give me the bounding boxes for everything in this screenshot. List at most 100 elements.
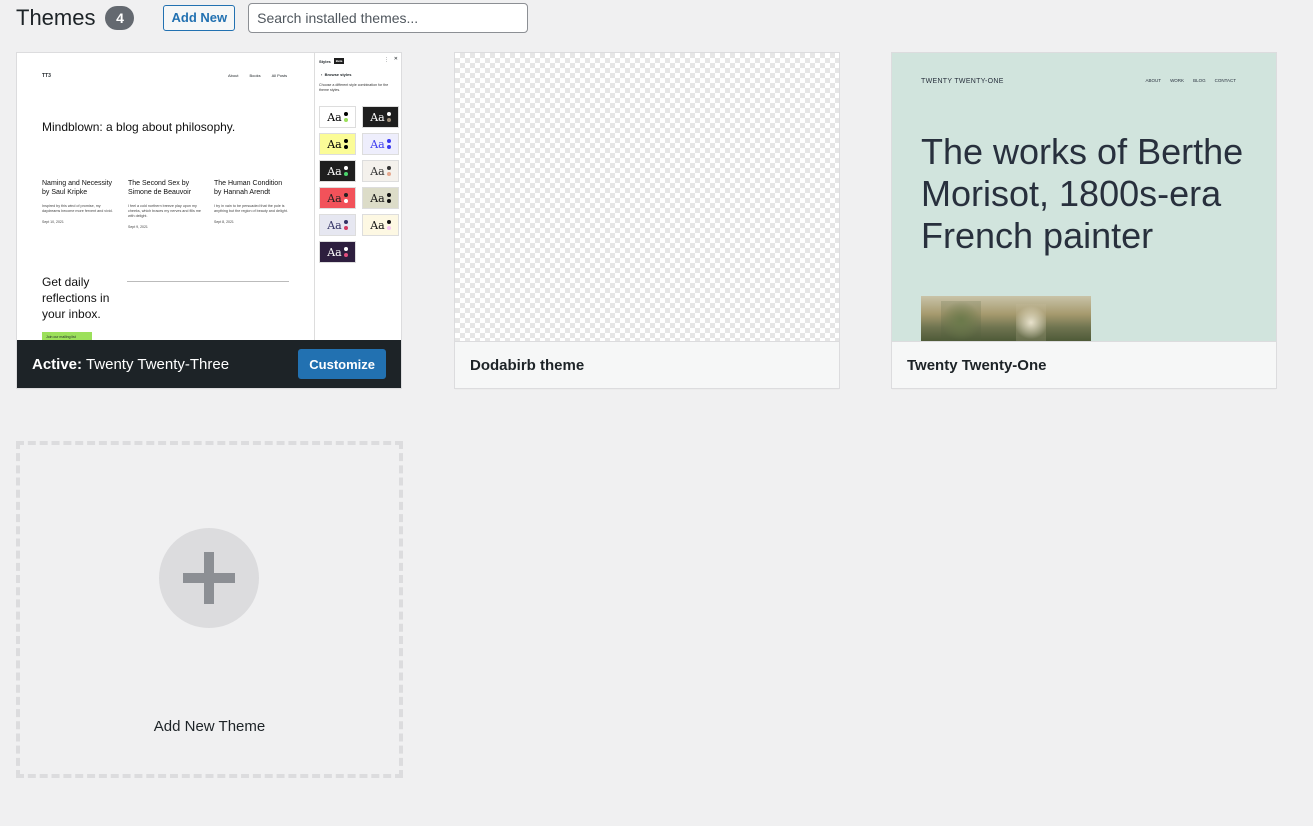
theme-active-bar: Active: Twenty Twenty-Three Customize xyxy=(17,340,401,388)
tt1-nav-item: ABOUT xyxy=(1145,78,1162,83)
tt3-logo: TT3 xyxy=(42,73,51,79)
tt3-nav-item: Books xyxy=(249,73,261,78)
tt3-swatch-dots xyxy=(343,193,348,203)
tt3-swatch-dot xyxy=(343,112,348,116)
theme-card-twenty-twenty-three[interactable]: TT3 About Books All Posts Mindblown: a b… xyxy=(16,52,402,389)
tt3-post: Naming and Necessity by Saul Kripke Insp… xyxy=(42,179,116,229)
tt3-style-swatch: Aa xyxy=(362,187,399,209)
theme-card-dodabirb[interactable]: Dodabirb theme xyxy=(454,52,840,389)
tt1-nav: ABOUT WORK BLOG CONTACT xyxy=(1146,78,1236,83)
plus-icon[interactable] xyxy=(159,528,259,628)
tt1-site-title: TWENTY TWENTY-ONE xyxy=(921,78,1004,85)
tt3-nav: About Books All Posts xyxy=(228,73,287,78)
tt3-swatch-dot xyxy=(343,199,348,203)
theme-name: Dodabirb theme xyxy=(470,356,585,374)
tt3-swatch-dot xyxy=(386,145,391,149)
transparent-placeholder xyxy=(455,53,839,341)
tt3-swatch-dot xyxy=(386,112,391,116)
tt3-style-swatch: Aa xyxy=(319,133,356,155)
close-icon: ✕ xyxy=(393,56,398,62)
tt3-swatch-dot xyxy=(343,220,348,224)
theme-screenshot[interactable]: TT3 About Books All Posts Mindblown: a b… xyxy=(17,53,401,341)
tt3-styles-panel: Styles Beta ⋮ ✕ ‹ Browse styles Choose a… xyxy=(314,53,401,341)
tt3-preview: TT3 About Books All Posts Mindblown: a b… xyxy=(17,53,401,341)
tt3-swatch-text: Aa xyxy=(370,164,385,178)
tt3-swatch-dots xyxy=(386,193,391,203)
tt3-post: The Human Condition by Hannah Arendt I t… xyxy=(214,179,288,229)
tt3-style-swatch: Aa xyxy=(362,160,399,182)
tt3-post-title: Naming and Necessity by Saul Kripke xyxy=(42,180,113,196)
tt3-swatch-dot xyxy=(386,139,391,143)
tt3-post-text: Inspired by this wind of promise, my day… xyxy=(42,204,113,213)
tt3-swatch-text: Aa xyxy=(327,245,342,259)
tt3-post-date: Sept 9, 2021 xyxy=(128,225,148,229)
tt3-beta-badge: Beta xyxy=(333,58,345,64)
tt3-style-swatches: Aa Aa Aa Aa Aa Aa Aa Aa Aa Aa Aa xyxy=(319,106,399,263)
tt3-style-swatch: Aa xyxy=(362,214,399,236)
tt3-swatch-dot xyxy=(343,253,348,257)
tt3-panel-title: Styles xyxy=(319,58,331,64)
tt3-swatch-dots xyxy=(343,139,348,149)
tt3-swatch-dot xyxy=(343,247,348,251)
tt3-swatch-dot xyxy=(343,118,348,122)
tt3-style-swatch: Aa xyxy=(319,106,356,128)
tt3-swatch-dot xyxy=(343,226,348,230)
customize-button[interactable]: Customize xyxy=(298,349,386,379)
theme-card-twenty-twenty-one[interactable]: TWENTY TWENTY-ONE ABOUT WORK BLOG CONTAC… xyxy=(891,52,1277,389)
tt3-panel-back: ‹ Browse styles xyxy=(321,72,352,77)
page-header: Themes 4 Add New xyxy=(16,0,529,36)
tt3-swatch-dot xyxy=(343,145,348,149)
tt3-swatch-text: Aa xyxy=(327,191,342,205)
tt3-swatch-dot xyxy=(386,220,391,224)
tt3-swatch-dots xyxy=(386,112,391,122)
add-new-theme-tile[interactable]: Add New Theme xyxy=(16,441,403,778)
tt3-style-swatch: Aa xyxy=(362,106,399,128)
tt3-swatch-text: Aa xyxy=(370,137,385,151)
theme-screenshot[interactable] xyxy=(455,53,839,341)
add-new-button[interactable]: Add New xyxy=(163,5,236,31)
tt3-post-title: The Human Condition by Hannah Arendt xyxy=(214,180,283,196)
tt1-painting-image xyxy=(921,296,1091,341)
tt3-swatch-dots xyxy=(386,220,391,230)
tt3-panel-desc: Choose a different style combination for… xyxy=(319,83,389,92)
page-title: Themes xyxy=(16,5,96,30)
tt3-swatch-dot xyxy=(386,172,391,176)
tt3-swatch-dot xyxy=(343,193,348,197)
tt3-swatch-text: Aa xyxy=(327,137,342,151)
tt3-swatch-dots xyxy=(386,139,391,149)
tt3-swatch-dot xyxy=(343,166,348,170)
tt3-style-swatch: Aa xyxy=(319,214,356,236)
tt3-swatch-dot xyxy=(386,166,391,170)
tt1-nav-item: WORK xyxy=(1170,78,1185,83)
tt3-post-title: The Second Sex by Simone de Beauvoir xyxy=(128,180,192,196)
theme-name-bar: Twenty Twenty-One xyxy=(892,341,1276,388)
tt3-swatch-text: Aa xyxy=(327,110,342,124)
tt3-swatch-dot xyxy=(386,118,391,122)
tt3-swatch-text: Aa xyxy=(370,110,385,124)
more-vertical-icon: ⋮ xyxy=(384,57,389,63)
theme-active-label: Active: Twenty Twenty-Three xyxy=(32,356,229,373)
tt3-swatch-text: Aa xyxy=(370,191,385,205)
tt3-post-text: I feel a cold northern breeze play upon … xyxy=(128,204,201,218)
search-themes-input[interactable] xyxy=(248,3,529,33)
tt3-style-swatch: Aa xyxy=(319,187,356,209)
tt3-nav-item: All Posts xyxy=(271,73,288,78)
tt3-swatch-text: Aa xyxy=(327,164,342,178)
tt3-nav-item: About xyxy=(228,73,239,78)
tt3-posts: Naming and Necessity by Saul Kripke Insp… xyxy=(42,179,288,229)
tt3-cta: Get daily reflections in your inbox. xyxy=(42,275,110,321)
tt3-post-text: I try in vain to be persuaded that the p… xyxy=(214,204,288,213)
theme-screenshot[interactable]: TWENTY TWENTY-ONE ABOUT WORK BLOG CONTAC… xyxy=(892,53,1276,341)
tt3-swatch-dots xyxy=(343,166,348,176)
tt3-swatch-dot xyxy=(386,193,391,197)
active-prefix: Active: xyxy=(32,355,83,373)
tt3-panel-back-label: Browse styles xyxy=(324,72,352,77)
tt3-swatch-dot xyxy=(343,139,348,143)
tt3-panel-header: Styles Beta xyxy=(319,58,345,64)
tt1-nav-item: BLOG xyxy=(1193,78,1206,83)
tt3-style-swatch: Aa xyxy=(319,160,356,182)
tt3-style-swatch: Aa xyxy=(319,241,356,263)
add-new-theme-label: Add New Theme xyxy=(153,718,266,735)
tt3-post: The Second Sex by Simone de Beauvoir I f… xyxy=(128,179,202,229)
tt3-swatch-text: Aa xyxy=(327,218,342,232)
